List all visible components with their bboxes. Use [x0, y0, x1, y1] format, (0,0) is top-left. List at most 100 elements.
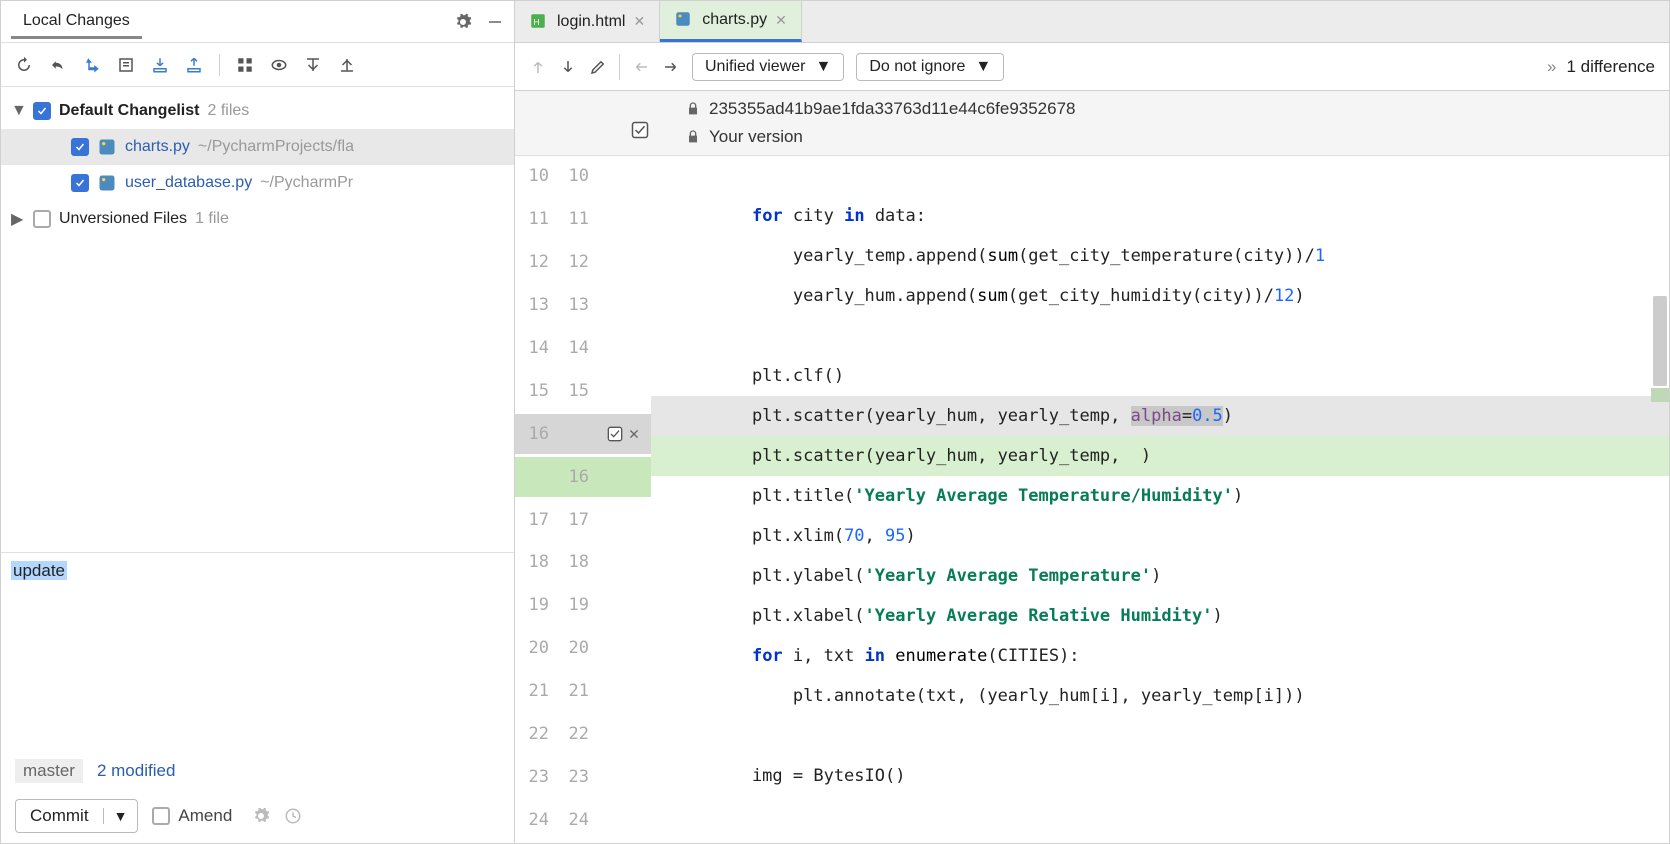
rollback-icon[interactable]: [49, 56, 67, 74]
panel-title: Local Changes: [11, 4, 142, 39]
unshelve-icon[interactable]: [185, 56, 203, 74]
file-checkbox[interactable]: [71, 174, 89, 192]
tab-label: login.html: [557, 13, 625, 31]
file-checkbox[interactable]: [71, 138, 89, 156]
code-line[interactable]: plt.ylabel('Yearly Average Temperature'): [651, 556, 1669, 596]
code-line[interactable]: plt.title('Yearly Average Temperature/Hu…: [651, 476, 1669, 516]
amend-checkbox[interactable]: Amend: [152, 806, 232, 826]
forward-icon[interactable]: [662, 58, 680, 76]
commit-message-text: update: [11, 561, 67, 580]
edit-icon[interactable]: [589, 58, 607, 76]
branch-badge[interactable]: master: [15, 759, 83, 783]
collapse-icon[interactable]: [338, 56, 356, 74]
local-changes-panel: Local Changes ▼ Default Changelist 2 fil…: [1, 1, 515, 843]
code-line[interactable]: for city in data:: [651, 196, 1669, 236]
gear-icon[interactable]: [252, 807, 270, 825]
diff-code-area[interactable]: 10101111121213131414151516✕1617171818191…: [515, 156, 1669, 843]
html-file-icon: H: [529, 12, 549, 32]
commit-dropdown-icon[interactable]: ▼: [103, 808, 138, 824]
code-lines[interactable]: for city in data: yearly_temp.append(sum…: [651, 156, 1669, 843]
collapse-arrow-icon[interactable]: ▶: [11, 209, 25, 229]
modified-link[interactable]: 2 modified: [97, 761, 175, 781]
commit-area: update master 2 modified Commit ▼ Amend: [1, 552, 514, 843]
code-line[interactable]: plt.xlabel('Yearly Average Relative Humi…: [651, 596, 1669, 636]
changes-tree: ▼ Default Changelist 2 files charts.py ~…: [1, 87, 514, 552]
refresh-icon[interactable]: [15, 56, 33, 74]
revert-line-icon[interactable]: ✕: [629, 424, 639, 444]
prev-diff-icon[interactable]: [529, 58, 547, 76]
minimize-icon[interactable]: [486, 13, 504, 31]
code-line[interactable]: plt.clf(): [651, 356, 1669, 396]
unversioned-node[interactable]: ▶ Unversioned Files 1 file: [1, 201, 514, 237]
code-line[interactable]: plt.xlim(70, 95): [651, 516, 1669, 556]
code-line[interactable]: [651, 156, 1669, 196]
svg-text:H: H: [534, 17, 540, 26]
python-file-icon: [97, 173, 117, 193]
back-icon[interactable]: [632, 58, 650, 76]
next-diff-icon[interactable]: [559, 58, 577, 76]
file-path: ~/PycharmPr: [260, 174, 353, 192]
file-row[interactable]: charts.py ~/PycharmProjects/fla: [1, 129, 514, 165]
scrollbar-diff-marker[interactable]: [1651, 388, 1669, 402]
lock-icon: [685, 101, 701, 117]
code-line[interactable]: img = BytesIO(): [651, 756, 1669, 796]
editor-tabs: H login.html ✕ charts.py ✕: [515, 1, 1669, 43]
editor-panel: H login.html ✕ charts.py ✕ Unified viewe…: [515, 1, 1669, 843]
preview-icon[interactable]: [270, 56, 288, 74]
include-all-checkbox[interactable]: [631, 121, 649, 139]
viewer-mode-dropdown[interactable]: Unified viewer ▼: [692, 53, 844, 81]
version-info: 235355ad41b9ae1fda33763d11e44c6fe9352678…: [515, 91, 1669, 156]
close-icon[interactable]: ✕: [775, 12, 787, 29]
gear-icon[interactable]: [454, 13, 472, 31]
code-line[interactable]: [651, 316, 1669, 356]
scrollbar-thumb[interactable]: [1653, 296, 1667, 386]
changelist-checkbox[interactable]: [33, 102, 51, 120]
tab-charts-py[interactable]: charts.py ✕: [660, 1, 802, 42]
diff-count: 1 difference: [1566, 57, 1655, 77]
file-name: user_database.py: [125, 174, 252, 192]
code-line[interactable]: plt.annotate(txt, (yearly_hum[i], yearly…: [651, 676, 1669, 716]
code-line[interactable]: yearly_temp.append(sum(get_city_temperat…: [651, 236, 1669, 276]
python-file-icon: [97, 137, 117, 157]
code-line[interactable]: plt.scatter(yearly_hum, yearly_temp, alp…: [651, 396, 1669, 436]
line-gutter: 10101111121213131414151516✕1617171818191…: [515, 156, 651, 843]
expand-arrow-icon[interactable]: ▼: [11, 102, 25, 120]
code-line[interactable]: yearly_hum.append(sum(get_city_humidity(…: [651, 276, 1669, 316]
more-icon[interactable]: »: [1547, 57, 1556, 77]
diff-toolbar: Unified viewer ▼ Do not ignore ▼ » 1 dif…: [515, 43, 1669, 91]
unversioned-checkbox[interactable]: [33, 210, 51, 228]
status-line: master 2 modified: [1, 753, 514, 789]
changes-toolbar: [1, 43, 514, 87]
checkbox-icon: [152, 807, 170, 825]
panel-header: Local Changes: [1, 1, 514, 43]
code-line[interactable]: plt.scatter(yearly_hum, yearly_temp, ): [651, 436, 1669, 476]
unversioned-label: Unversioned Files: [59, 210, 187, 228]
tab-login-html[interactable]: H login.html ✕: [515, 1, 660, 42]
code-line[interactable]: [651, 716, 1669, 756]
close-icon[interactable]: ✕: [633, 13, 645, 30]
local-label: Your version: [709, 127, 803, 147]
changelist-count: 2 files: [207, 102, 249, 120]
changelist-name: Default Changelist: [59, 102, 199, 120]
tab-label: charts.py: [702, 11, 767, 29]
commit-bar: Commit ▼ Amend: [1, 789, 514, 843]
chevron-down-icon: ▼: [815, 58, 831, 76]
whitespace-dropdown[interactable]: Do not ignore ▼: [856, 53, 1004, 81]
changelist-node[interactable]: ▼ Default Changelist 2 files: [1, 93, 514, 129]
whitespace-label: Do not ignore: [869, 58, 965, 76]
commit-message-input[interactable]: update: [1, 553, 514, 753]
chevron-down-icon: ▼: [975, 58, 991, 76]
changelist-icon[interactable]: [117, 56, 135, 74]
file-row[interactable]: user_database.py ~/PycharmPr: [1, 165, 514, 201]
history-icon[interactable]: [284, 807, 302, 825]
diff-icon[interactable]: [83, 56, 101, 74]
python-file-icon: [674, 10, 694, 30]
shelve-icon[interactable]: [151, 56, 169, 74]
group-icon[interactable]: [236, 56, 254, 74]
commit-button-label: Commit: [16, 806, 103, 826]
expand-icon[interactable]: [304, 56, 322, 74]
code-line[interactable]: for i, txt in enumerate(CITIES):: [651, 636, 1669, 676]
include-line-checkbox[interactable]: [607, 426, 623, 442]
lock-icon: [685, 129, 701, 145]
commit-button[interactable]: Commit ▼: [15, 799, 138, 833]
